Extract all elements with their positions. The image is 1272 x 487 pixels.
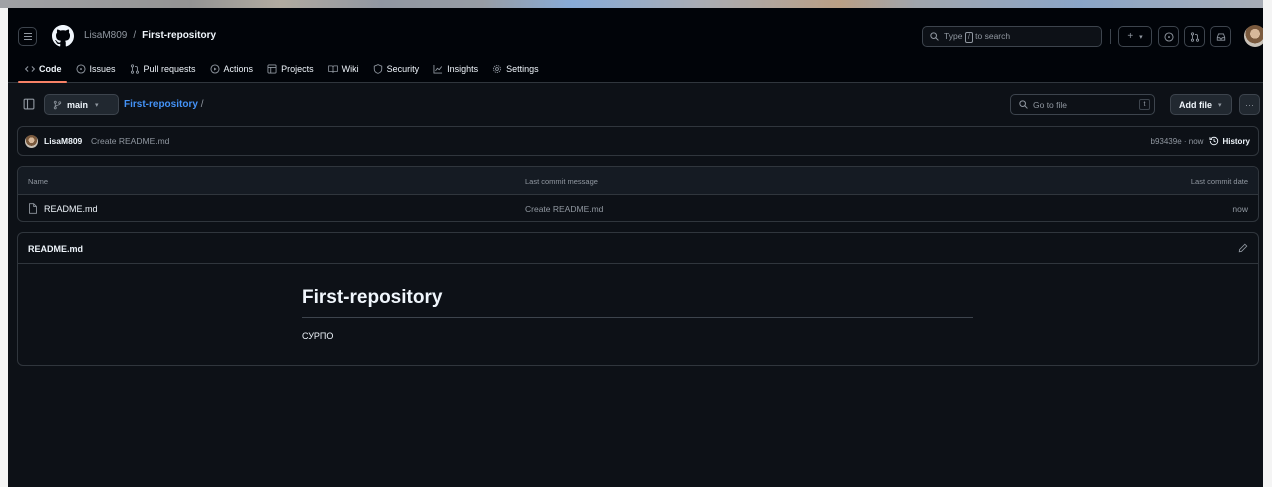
commit-message[interactable]: Create README.md xyxy=(91,136,169,146)
repo-breadcrumb: LisaM809 / First-repository xyxy=(84,30,216,41)
issues-button[interactable] xyxy=(1158,26,1179,47)
chevron-down-icon: ▾ xyxy=(95,101,99,109)
file-name-cell[interactable]: README.md xyxy=(28,203,98,214)
file-commit-message[interactable]: Create README.md xyxy=(525,204,603,214)
history-label: History xyxy=(1222,136,1250,146)
go-to-file-input[interactable]: Go to file t xyxy=(1010,94,1155,115)
commit-hash[interactable]: b93439e · now xyxy=(1151,137,1204,146)
branch-name: main xyxy=(67,99,89,110)
branch-icon xyxy=(53,100,62,109)
menu-line-icon xyxy=(23,36,32,37)
tab-insights[interactable]: Insights xyxy=(426,60,485,78)
path-separator: / xyxy=(200,99,204,110)
inbox-icon xyxy=(1216,32,1225,41)
tab-label: Actions xyxy=(223,64,254,74)
tab-label: Code xyxy=(39,64,62,74)
column-header-name: Name xyxy=(28,177,49,186)
file-toolbar: main ▾ First-repository / Go to file t A… xyxy=(8,94,1272,116)
menu-line-icon xyxy=(23,39,32,40)
go-to-file-placeholder: Go to file xyxy=(1033,99,1068,110)
search-icon xyxy=(1019,100,1028,109)
github-window: LisaM809 / First-repository Type / to se… xyxy=(8,8,1272,487)
book-icon xyxy=(327,65,338,73)
issue-icon xyxy=(1163,31,1174,42)
tab-projects[interactable]: Projects xyxy=(260,60,321,78)
header-divider xyxy=(1110,29,1111,44)
global-search-input[interactable]: Type / to search xyxy=(922,26,1102,47)
tab-actions[interactable]: Actions xyxy=(203,60,261,78)
browser-tab-strip xyxy=(0,0,1272,8)
file-commit-date: now xyxy=(1232,204,1248,214)
tab-label: Issues xyxy=(89,64,116,74)
tab-wiki[interactable]: Wiki xyxy=(321,60,366,78)
add-file-button[interactable]: Add file ▾ xyxy=(1170,94,1232,115)
gear-icon xyxy=(493,65,502,73)
commit-author-avatar[interactable] xyxy=(25,135,38,148)
pencil-icon[interactable] xyxy=(1238,243,1248,253)
tab-label: Pull requests xyxy=(143,64,196,74)
table-icon xyxy=(267,64,277,74)
chevron-down-icon: ▾ xyxy=(1139,33,1143,41)
play-icon xyxy=(210,64,220,74)
add-file-label: Add file xyxy=(1179,99,1212,110)
column-header-message: Last commit message xyxy=(525,177,598,186)
breadcrumb-separator: / xyxy=(133,30,137,41)
menu-button[interactable] xyxy=(18,27,37,46)
file-name[interactable]: README.md xyxy=(44,204,98,214)
tab-code[interactable]: Code xyxy=(18,60,69,78)
latest-commit-bar: LisaM809 Create README.md b93439e · now … xyxy=(17,126,1259,156)
repo-nav: Code Issues Pull requests Actions Projec… xyxy=(18,60,546,80)
shield-icon xyxy=(373,64,382,74)
code-icon xyxy=(25,66,35,72)
tab-settings[interactable]: Settings xyxy=(485,60,546,78)
more-options-button[interactable]: ··· xyxy=(1239,94,1260,115)
create-new-button[interactable]: + ▾ xyxy=(1118,26,1152,47)
pull-request-icon xyxy=(130,64,139,74)
menu-line-icon xyxy=(23,33,32,34)
table-row: README.md Create README.md now xyxy=(18,195,1258,221)
window-edge xyxy=(1263,0,1272,487)
history-icon xyxy=(1209,136,1219,146)
tab-label: Insights xyxy=(447,64,479,74)
readme-title[interactable]: README.md xyxy=(28,244,83,254)
path-breadcrumb: First-repository / xyxy=(124,99,203,110)
pull-request-icon xyxy=(1190,31,1199,42)
pull-requests-button[interactable] xyxy=(1184,26,1205,47)
search-icon xyxy=(930,32,939,41)
commit-meta: b93439e · now History xyxy=(1151,136,1251,146)
history-link[interactable]: History xyxy=(1209,136,1250,146)
heading-divider xyxy=(302,317,973,318)
tab-issues[interactable]: Issues xyxy=(69,60,123,78)
tab-security[interactable]: Security xyxy=(366,60,427,78)
plus-icon: + xyxy=(1127,31,1134,42)
graph-icon xyxy=(433,64,443,74)
commit-author[interactable]: LisaM809 xyxy=(44,136,82,146)
readme-heading: First-repository xyxy=(302,287,443,308)
tab-label: Projects xyxy=(281,64,314,74)
file-list-table: Name Last commit message Last commit dat… xyxy=(17,166,1259,222)
readme-header: README.md xyxy=(18,233,1258,264)
tab-label: Wiki xyxy=(341,64,359,74)
global-header: LisaM809 / First-repository Type / to se… xyxy=(8,8,1272,83)
chevron-down-icon: ▾ xyxy=(1218,101,1222,109)
active-tab-indicator xyxy=(18,81,67,83)
readme-panel: README.md First-repository СУРПО xyxy=(17,232,1259,366)
path-repo-link[interactable]: First-repository xyxy=(124,99,198,110)
tab-label: Settings xyxy=(506,64,539,74)
file-icon xyxy=(29,203,37,214)
shortcut-key: t xyxy=(1139,99,1150,110)
branch-selector[interactable]: main ▾ xyxy=(44,94,119,115)
inbox-button[interactable] xyxy=(1210,26,1231,47)
tab-pull-requests[interactable]: Pull requests xyxy=(123,60,203,78)
search-placeholder: Type / to search xyxy=(944,30,1011,43)
column-header-date: Last commit date xyxy=(1190,177,1248,186)
repo-link[interactable]: First-repository xyxy=(142,30,216,41)
github-logo-icon[interactable] xyxy=(52,25,74,47)
sidebar-toggle-icon[interactable] xyxy=(23,98,35,110)
readme-body-text: СУРПО xyxy=(302,331,334,341)
table-header: Name Last commit message Last commit dat… xyxy=(18,167,1258,195)
owner-link[interactable]: LisaM809 xyxy=(84,30,127,41)
issue-icon xyxy=(75,64,86,74)
tab-label: Security xyxy=(386,64,420,74)
